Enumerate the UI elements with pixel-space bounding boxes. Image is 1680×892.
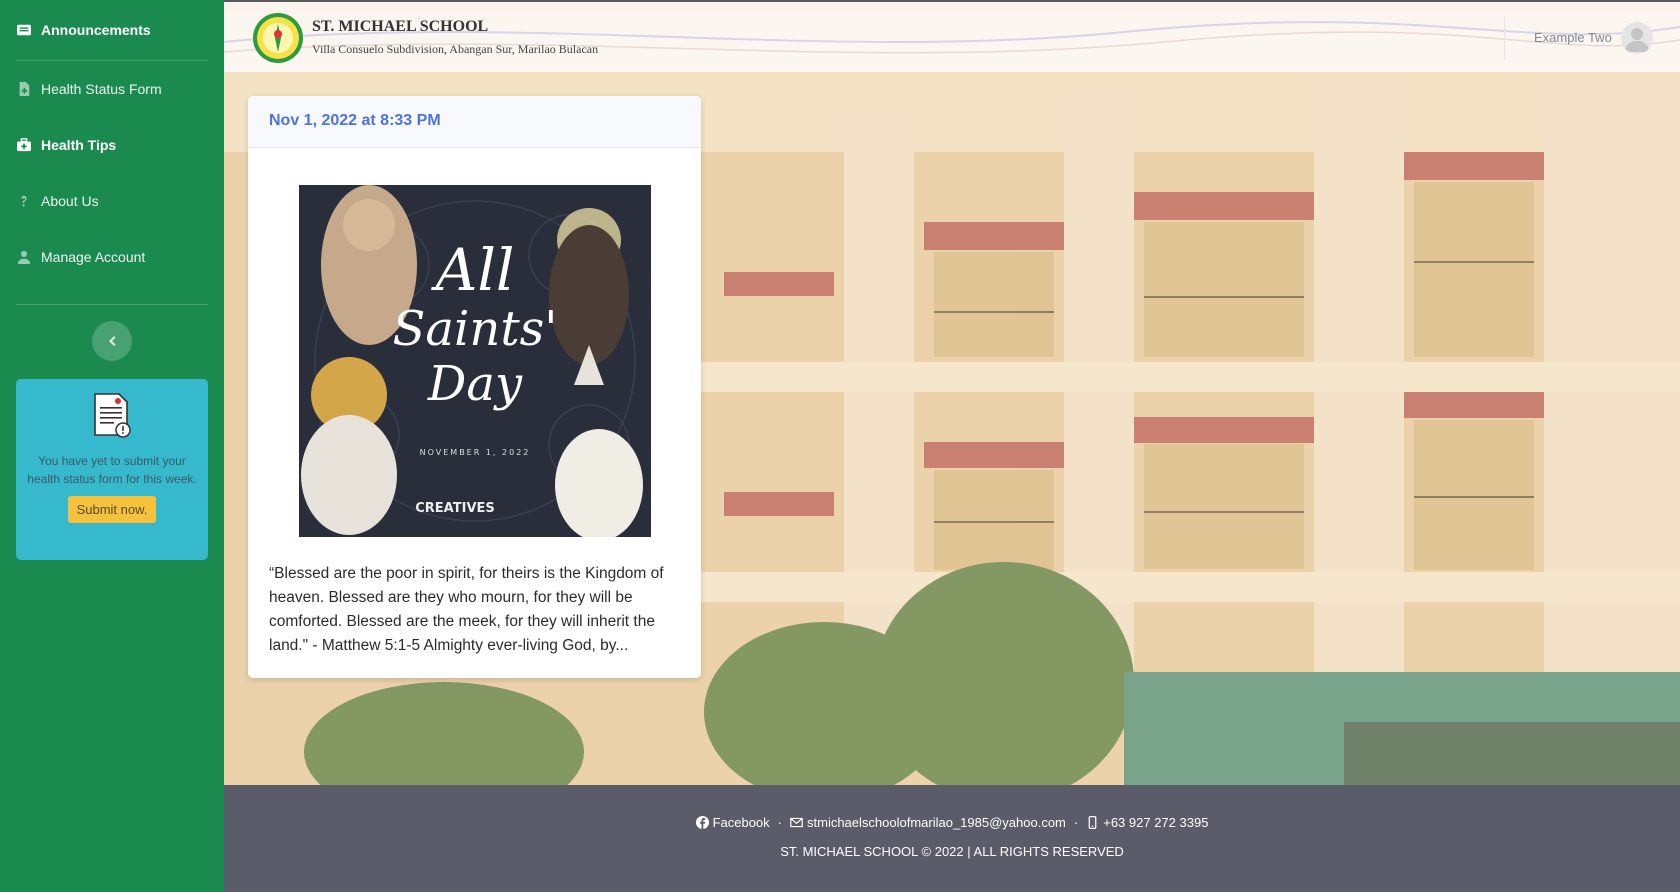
health-form-reminder: You have yet to submit your health statu… <box>16 379 208 560</box>
poster-title-line3: Day <box>427 356 523 412</box>
poster-date: NOVEMBER 1, 2022 <box>420 448 531 457</box>
sidebar-item-about-us[interactable]: About Us <box>0 173 224 229</box>
email-label: stmichaelschoolofmarilao_1985@yahoo.com <box>807 815 1066 830</box>
sidebar-divider <box>16 304 208 305</box>
top-navbar: ST. MICHAEL SCHOOL Villa Consuelo Subdiv… <box>224 0 1680 72</box>
email-link[interactable]: stmichaelschoolofmarilao_1985@yahoo.com <box>790 815 1066 830</box>
facebook-icon <box>695 816 709 829</box>
reminder-text: You have yet to submit your health statu… <box>27 454 197 486</box>
all-saints-day-poster: All Saints' Day NOVEMBER 1, 2022 CREATIV… <box>299 185 651 537</box>
submit-now-button[interactable]: Submit now. <box>67 496 157 523</box>
topbar-divider <box>1504 16 1505 60</box>
sidebar-item-label: Health Status Form <box>41 81 162 97</box>
poster-credit: CREATIVES <box>415 501 495 516</box>
sidebar-item-label: Health Tips <box>41 137 117 153</box>
poster-title-line1: All <box>431 236 515 304</box>
facebook-link[interactable]: Facebook <box>695 815 770 830</box>
school-name: ST. MICHAEL SCHOOL <box>312 18 489 35</box>
file-medical-icon <box>17 82 31 96</box>
announcement-excerpt: “Blessed are the poor in spirit, for the… <box>269 565 664 654</box>
footer-links: Facebook · stmichaelschoolofmarilao_1985… <box>224 815 1680 830</box>
phone-link[interactable]: +63 927 272 3395 <box>1086 815 1208 830</box>
announcement-card[interactable]: Nov 1, 2022 at 8:33 PM All Saints' Day N… <box>248 96 701 678</box>
question-icon <box>17 194 31 208</box>
sidebar-item-announcements[interactable]: Announcements <box>0 0 224 60</box>
user-name[interactable]: Example Two <box>1534 30 1612 45</box>
announcement-icon <box>17 23 31 37</box>
document-alert-icon <box>94 393 131 438</box>
user-avatar-icon <box>1625 28 1649 52</box>
sidebar-item-health-status-form[interactable]: Health Status Form <box>0 61 224 117</box>
phone-icon <box>1088 816 1097 829</box>
phone-label: +63 927 272 3395 <box>1103 815 1209 830</box>
school-address: Villa Consuelo Subdivision, Abangan Sur,… <box>312 42 599 56</box>
poster-title-line2: Saints' <box>393 301 558 357</box>
sidebar-toggle-button[interactable] <box>92 321 132 361</box>
chevron-left-icon <box>109 336 116 346</box>
footer-separator: · <box>1073 815 1079 830</box>
footer-separator: · <box>777 815 782 830</box>
sidebar-item-health-tips[interactable]: Health Tips <box>0 117 224 173</box>
copyright: ST. MICHAEL SCHOOL © 2022 | ALL RIGHTS R… <box>780 844 1124 859</box>
header-wave-decoration <box>224 21 1680 54</box>
first-aid-kit-icon <box>17 138 31 152</box>
facebook-label: Facebook <box>712 815 770 830</box>
envelope-icon <box>790 817 803 828</box>
user-icon <box>17 250 31 264</box>
sidebar-item-label: Manage Account <box>41 249 146 265</box>
avatar[interactable] <box>1621 22 1653 54</box>
school-logo <box>253 13 303 63</box>
sidebar-item-manage-account[interactable]: Manage Account <box>0 229 224 285</box>
sidebar: Announcements Health Status Form Health … <box>0 0 224 892</box>
footer: Facebook · stmichaelschoolofmarilao_1985… <box>224 785 1680 892</box>
sidebar-item-label: About Us <box>41 193 99 209</box>
announcement-date: Nov 1, 2022 at 8:33 PM <box>248 96 701 148</box>
sidebar-item-label: Announcements <box>41 22 151 38</box>
